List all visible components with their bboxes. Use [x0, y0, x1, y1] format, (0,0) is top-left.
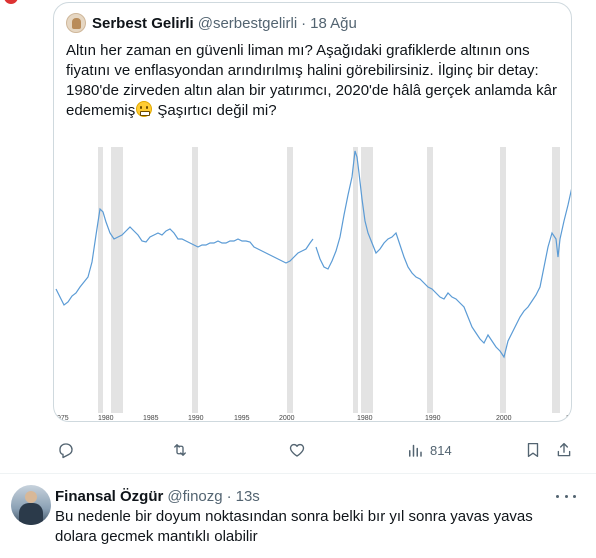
axis-label: 1995 — [234, 415, 250, 422]
recession-band — [427, 147, 433, 413]
gold-price-line-left — [55, 207, 314, 306]
reply-icon — [59, 443, 73, 459]
bookmark-icon — [527, 442, 539, 458]
recession-band — [98, 147, 103, 413]
recession-band — [111, 147, 123, 413]
like-button[interactable] — [288, 440, 306, 460]
quoted-author-handle[interactable]: @serbestgelirli — [198, 15, 297, 32]
quoted-tweet-date[interactable]: 18 Ağu — [310, 15, 357, 32]
recession-band — [361, 147, 373, 413]
reply-tweet[interactable]: Finansal Özgür @finozg · 13s Bu nedenle … — [0, 474, 596, 558]
header-separator: · — [226, 487, 232, 505]
previous-avatar[interactable] — [4, 0, 18, 4]
axis-label: 2000 — [496, 415, 512, 422]
quoted-tweet-media-image[interactable]: 975 1980 1985 1990 1995 2000 1980 1990 2… — [54, 147, 571, 422]
reply-button[interactable] — [57, 440, 75, 460]
axis-label: 975 — [57, 415, 69, 422]
quoted-author-name[interactable]: Serbest Gelirli — [92, 15, 194, 32]
share-icon — [557, 442, 571, 457]
axis-label: 1990 — [188, 415, 204, 422]
views-icon — [409, 444, 422, 457]
reply-author-handle[interactable]: @finozg — [167, 488, 222, 505]
reply-tweet-header: Finansal Özgür @finozg · 13s — [55, 486, 260, 506]
views-count: 814 — [430, 442, 452, 458]
axis-label: 1980 — [357, 415, 373, 422]
quoted-tweet-card[interactable]: Serbest Gelirli @serbestgelirli · 18 Ağu… — [53, 2, 572, 422]
share-button[interactable] — [555, 440, 573, 460]
retweet-button[interactable] — [171, 440, 189, 460]
recession-band — [353, 147, 358, 413]
quoted-tweet-text: Altın her zaman en güvenli liman mı? Aşa… — [66, 41, 566, 121]
tweet-actions-bar: 814 — [53, 440, 573, 460]
recession-band — [552, 147, 560, 413]
recession-band — [500, 147, 506, 413]
reply-author-avatar[interactable] — [11, 485, 51, 525]
quoted-tweet-text-part2: Şaşırtıcı değil mi? — [153, 102, 277, 119]
grimacing-face-emoji-icon — [136, 101, 153, 117]
quoted-tweet-header: Serbest Gelirli @serbestgelirli · 18 Ağu — [66, 13, 357, 33]
axis-label: 1980 — [98, 415, 114, 422]
axis-label: 2000 — [279, 415, 295, 422]
header-separator: · — [301, 14, 307, 32]
axis-label: 1990 — [425, 415, 441, 422]
axis-label: 1985 — [143, 415, 159, 422]
bookmark-button[interactable] — [524, 440, 542, 460]
gold-price-chart-image: 975 1980 1985 1990 1995 2000 1980 1990 2… — [55, 147, 571, 422]
more-options-icon[interactable] — [556, 488, 576, 504]
reply-author-name[interactable]: Finansal Özgür — [55, 488, 163, 505]
retweet-icon — [174, 444, 186, 456]
axis-label: 2 — [566, 415, 570, 422]
heart-icon — [289, 443, 305, 457]
reply-tweet-text: Bu nedenle bir doyum noktasından sonra b… — [55, 508, 533, 545]
recession-band — [287, 147, 293, 413]
quoted-author-avatar[interactable] — [66, 13, 86, 33]
reply-tweet-time[interactable]: 13s — [236, 488, 260, 505]
views-button[interactable]: 814 — [406, 440, 452, 460]
recession-band — [192, 147, 198, 413]
